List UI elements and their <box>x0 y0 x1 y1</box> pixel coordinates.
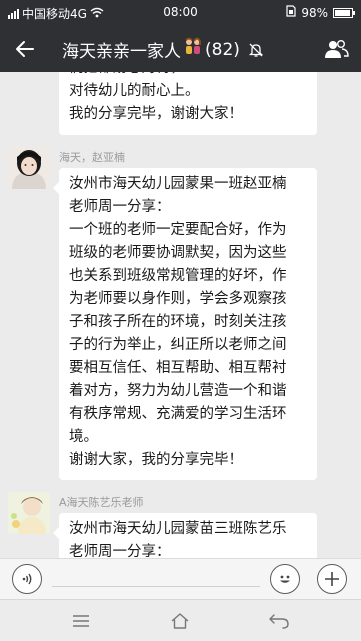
message-line: 们把都耐心对待，… <box>69 72 307 80</box>
message-line: 子和孩子所在的环境，时刻关注孩 <box>69 314 287 330</box>
sender-name: 海天，赵亚楠 <box>59 151 125 164</box>
message-list[interactable]: 们把都耐心对待，… 对待幼儿的耐心上。 我的分享完毕，谢谢大家！ 海天，赵亚楠 … <box>0 72 361 558</box>
message-line: 我的分享完毕，谢谢大家！ <box>69 106 243 122</box>
message-line: 境。 <box>69 429 98 445</box>
battery-percent: 98% <box>301 5 328 20</box>
message-line: 老师周一分享： <box>69 544 171 558</box>
message-line: 谢谢大家，我的分享完毕！ <box>69 452 243 468</box>
chat-header: 海天亲亲一家人 (82) <box>0 25 361 72</box>
battery-icon <box>333 7 355 18</box>
sim-icon <box>286 5 296 20</box>
message-line: 老师周一分享： <box>69 199 171 215</box>
voice-icon[interactable] <box>12 564 42 594</box>
avatar[interactable] <box>8 147 50 189</box>
message-line: 子的行为举止，纠正所以老师之间 <box>69 337 287 353</box>
sender-name: A海天陈艺乐老师 <box>59 496 144 509</box>
home-icon[interactable] <box>167 610 193 632</box>
bell-off-icon <box>248 42 264 58</box>
message-line: 对待幼儿的耐心上。 <box>69 83 200 99</box>
message-bubble[interactable]: 汝州市海天幼儿园蒙果一班赵亚楠 老师周一分享： 一个班的老师一定要配合好，作为 … <box>53 168 317 480</box>
message-line: 也关系到班级常规管理的好坏，作 <box>69 268 287 284</box>
message-line: 汝州市海天幼儿园蒙果一班赵亚楠 <box>69 176 287 192</box>
menu-icon[interactable] <box>68 610 94 632</box>
system-nav-bar <box>0 599 361 641</box>
group-members-icon[interactable] <box>321 35 351 63</box>
message-line: 着对方，努力为幼儿营造一个和谐 <box>69 383 287 399</box>
emoji-icon[interactable] <box>270 564 300 594</box>
group-name: 海天亲亲一家人 <box>62 42 181 62</box>
message-bubble[interactable]: 们把都耐心对待，… 对待幼儿的耐心上。 我的分享完毕，谢谢大家！ <box>59 72 317 135</box>
couple-icon <box>183 37 203 62</box>
back-arrow-icon[interactable] <box>10 34 40 64</box>
message-line: 一个班的老师一定要配合好，作为 <box>69 222 287 238</box>
message-bubble[interactable]: 汝州市海天幼儿园蒙苗三班陈艺乐 老师周一分享： <box>53 513 317 558</box>
message-input[interactable] <box>52 586 260 587</box>
chat-title: 海天亲亲一家人 (82) <box>62 37 264 62</box>
message-line: 有秩序常规、充满爱的学习生活环 <box>69 406 287 422</box>
message-line: 汝州市海天幼儿园蒙苗三班陈艺乐 <box>69 521 287 537</box>
message-line: 班级的老师要协调默契，因为这些 <box>69 245 287 261</box>
message-line: 为老师要以身作则，学会多观察孩 <box>69 291 287 307</box>
member-count: (82) <box>205 39 240 60</box>
avatar[interactable] <box>8 492 50 534</box>
input-bar <box>0 558 361 599</box>
plus-icon[interactable] <box>317 564 347 594</box>
status-bar: 中国移动4G 08:00 98% <box>0 0 361 25</box>
message-line: 要相互信任、相互帮助、相互帮衬 <box>69 360 287 376</box>
back-icon[interactable] <box>266 610 292 632</box>
